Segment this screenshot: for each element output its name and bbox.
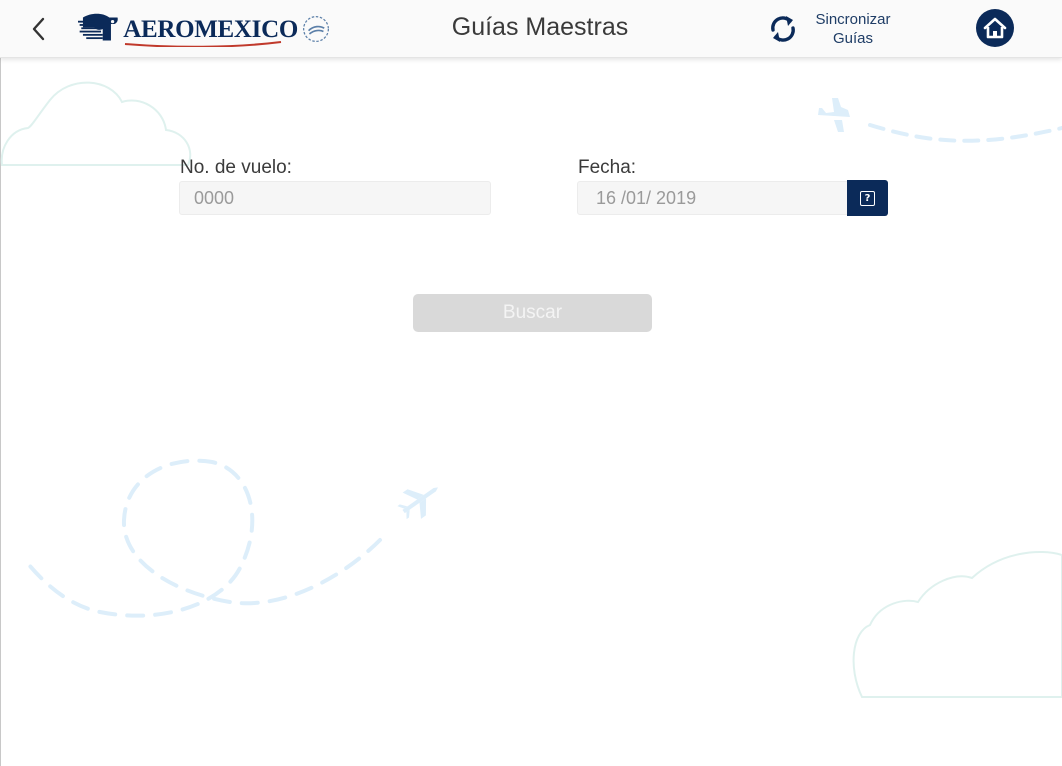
app-header: AEROMEXICO Guías Maestras Sincronizar Gu… — [0, 0, 1062, 58]
date-picker-button[interactable]: ? — [847, 180, 888, 216]
flight-trail-top-right — [868, 123, 1062, 143]
logo-swoosh — [125, 41, 282, 47]
home-button[interactable] — [976, 9, 1014, 47]
flight-number-input[interactable] — [179, 181, 491, 215]
chevron-left-icon — [32, 17, 45, 41]
calendar-icon: ? — [860, 190, 875, 206]
aeromexico-wordmark: AEROMEXICO — [123, 9, 298, 49]
aeromexico-logo: AEROMEXICO — [78, 9, 330, 49]
airplane-middle — [397, 487, 439, 520]
flight-number-label: No. de vuelo: — [180, 157, 292, 178]
back-button[interactable] — [26, 14, 50, 44]
sync-icon — [771, 16, 795, 42]
airplane-top-right — [818, 98, 850, 132]
sync-label-line1: Sincronizar — [815, 11, 891, 28]
sync-label-line2: Guías — [832, 30, 874, 47]
home-icon — [983, 17, 1007, 39]
search-button[interactable]: Buscar — [413, 294, 652, 332]
date-input[interactable] — [577, 181, 849, 215]
sync-guides-button[interactable]: Sincronizar Guías — [764, 7, 900, 51]
window-left-edge — [0, 0, 1, 766]
page-title: Guías Maestras — [451, 13, 629, 41]
sync-guides-label: Sincronizar Guías — [806, 10, 900, 48]
cloud-bottom-right — [852, 550, 1062, 698]
skyteam-icon — [303, 16, 329, 42]
cloud-top-left — [0, 81, 192, 166]
aeromexico-eagle-knight-icon — [78, 13, 118, 41]
background-decoration — [0, 81, 1062, 698]
logo-text: AEROMEXICO — [123, 15, 298, 43]
date-label: Fecha: — [578, 157, 637, 178]
flight-trail-loop — [23, 458, 382, 618]
